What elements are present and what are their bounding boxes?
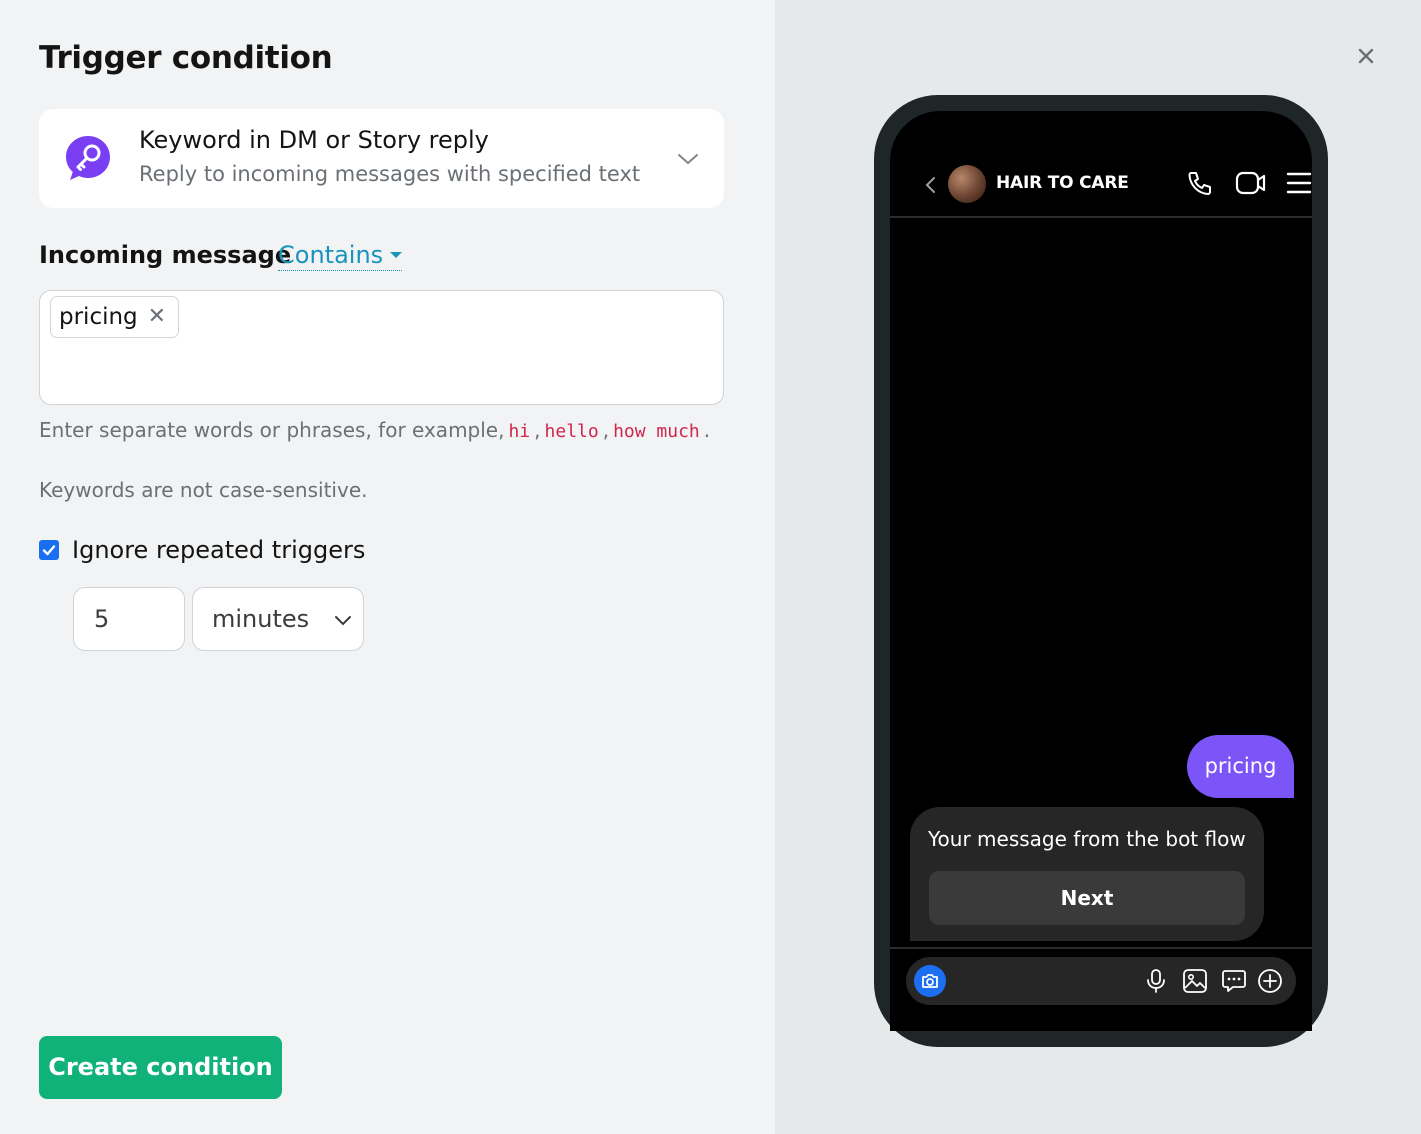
outgoing-message-bubble: pricing xyxy=(1187,735,1294,798)
chevron-down-icon xyxy=(335,616,351,626)
checkmark-icon xyxy=(42,545,56,556)
ignore-repeated-checkbox[interactable] xyxy=(39,540,59,560)
interval-unit-value: minutes xyxy=(212,605,310,633)
trigger-title: Keyword in DM or Story reply xyxy=(139,126,489,154)
phone-screen: HAIR TO CARE pricing Your message from t… xyxy=(890,111,1312,1031)
example-keyword: hi xyxy=(508,421,531,442)
chevron-down-icon xyxy=(678,154,698,165)
camera-button[interactable] xyxy=(914,965,946,997)
avatar xyxy=(948,165,986,203)
trigger-type-select[interactable]: Keyword in DM or Story reply Reply to in… xyxy=(39,109,724,208)
next-button[interactable]: Next xyxy=(929,871,1245,925)
header-divider xyxy=(890,216,1312,218)
hint-prefix: Enter separate words or phrases, for exa… xyxy=(39,418,505,442)
account-name: HAIR TO CARE xyxy=(996,173,1129,193)
composer-divider xyxy=(890,947,1312,949)
camera-icon xyxy=(922,974,938,988)
match-mode-dropdown[interactable]: Contains xyxy=(278,241,403,271)
hint-suffix: . xyxy=(703,418,711,442)
phone-preview: HAIR TO CARE pricing Your message from t… xyxy=(874,95,1328,1047)
keyword-hint: Enter separate words or phrases, for exa… xyxy=(39,418,711,442)
interval-unit-select[interactable]: minutes xyxy=(192,587,364,651)
bot-message-bubble: Your message from the bot flow Next xyxy=(910,807,1264,941)
ignore-repeated-label[interactable]: Ignore repeated triggers xyxy=(72,536,365,564)
create-condition-button[interactable]: Create condition xyxy=(39,1036,282,1099)
sticker-icon[interactable] xyxy=(1221,968,1247,994)
video-call-icon xyxy=(1235,171,1266,195)
remove-tag-icon[interactable]: ✕ xyxy=(148,306,166,328)
trigger-subtitle: Reply to incoming messages with specifie… xyxy=(139,162,641,186)
phone-call-icon xyxy=(1188,172,1211,195)
keyword-tag-label: pricing xyxy=(59,304,138,330)
message-composer[interactable] xyxy=(906,957,1296,1005)
microphone-icon[interactable] xyxy=(1144,968,1168,994)
repeat-interval-input[interactable]: 5 xyxy=(73,587,185,651)
example-keyword: hello xyxy=(544,421,599,442)
key-chat-icon xyxy=(66,136,110,180)
bot-message-text: Your message from the bot flow xyxy=(928,827,1246,851)
gallery-icon[interactable] xyxy=(1182,968,1208,994)
add-icon[interactable] xyxy=(1257,968,1283,994)
keyword-input[interactable]: pricing ✕ xyxy=(39,290,724,405)
caret-down-icon xyxy=(390,252,403,258)
incoming-message-label: Incoming message xyxy=(39,241,292,269)
keyword-tag: pricing ✕ xyxy=(50,296,180,338)
match-mode-label: Contains xyxy=(278,241,384,269)
settings-panel: Trigger condition Keyword in DM or Story… xyxy=(0,0,775,1134)
case-sensitivity-note: Keywords are not case-sensitive. xyxy=(39,478,368,502)
back-arrow-icon xyxy=(925,177,935,193)
menu-icon xyxy=(1286,172,1312,194)
page-title: Trigger condition xyxy=(39,40,333,76)
example-keyword: how much xyxy=(613,421,700,442)
close-icon[interactable] xyxy=(1354,44,1378,68)
